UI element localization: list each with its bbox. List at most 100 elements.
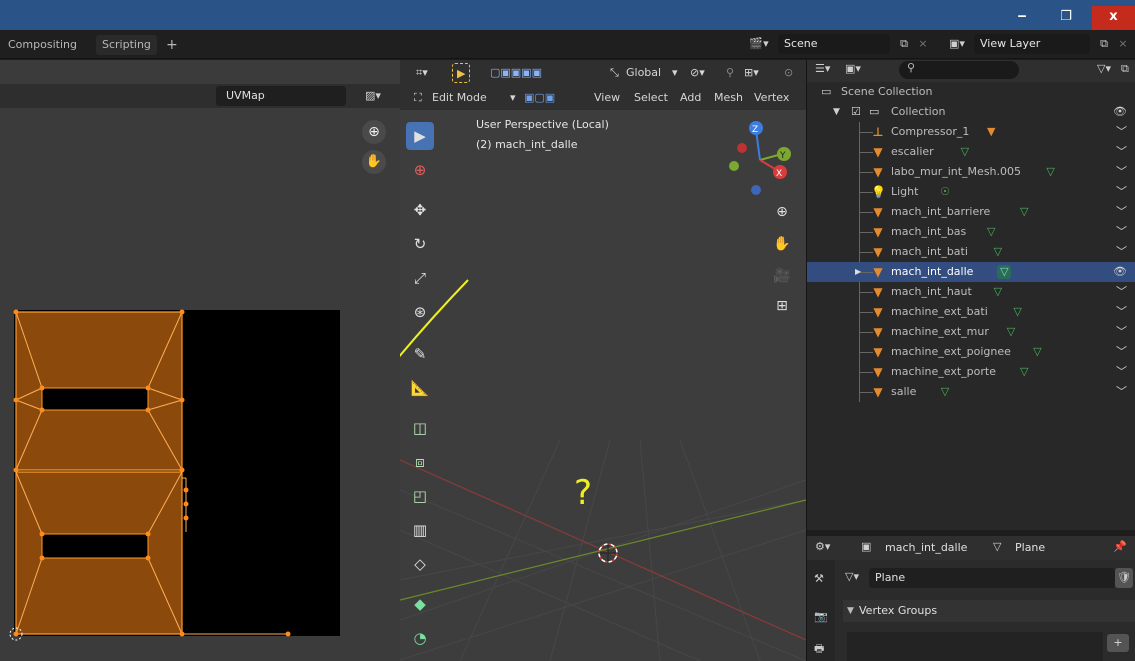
outliner-search-input[interactable]: ⚲ <box>899 61 1019 79</box>
outliner-item[interactable]: ▼ mach_int_bas ▽ ﹀ <box>807 222 1135 242</box>
visibility-hidden-icon[interactable]: ﹀ <box>1116 242 1127 262</box>
new-scene-icon[interactable]: ⧉ <box>894 34 914 54</box>
outliner-item[interactable]: ▼ escalier ▽ ﹀ <box>807 142 1135 162</box>
vertex-groups-list[interactable] <box>847 632 1103 661</box>
modifier-data-icon[interactable]: ▼ <box>984 125 998 139</box>
outliner-item[interactable]: ⊥ Compressor_1 ▼ ﹀ <box>807 122 1135 142</box>
mesh-data-icon[interactable]: ▽ <box>1017 365 1031 379</box>
visibility-hidden-icon[interactable]: ﹀ <box>1116 222 1127 242</box>
delete-view-layer-icon[interactable]: × <box>1116 34 1130 54</box>
collection-icon: ▭ <box>869 105 880 118</box>
3d-viewport[interactable]: ⌗▾ ▶ ▢▣▣▣▣ ⤡ Global ▾ ⊘▾ ⚲ ⊞▾ ⊙ ⛶ Edit M… <box>400 60 806 661</box>
expand-collection-icon[interactable]: ▼ <box>833 102 840 122</box>
window-title-bar: ‒ ❐ x <box>0 0 1135 30</box>
visibility-hidden-icon[interactable]: ﹀ <box>1116 182 1127 202</box>
visibility-hidden-icon[interactable]: ﹀ <box>1116 122 1127 142</box>
outliner-item-name: machine_ext_mur <box>891 325 989 338</box>
view-layer-icon[interactable]: ▣▾ <box>942 34 972 54</box>
mesh-data-icon[interactable]: ▽ <box>1004 325 1018 339</box>
visibility-hidden-icon[interactable]: ﹀ <box>1116 302 1127 322</box>
tab-scripting[interactable]: Scripting <box>96 35 157 55</box>
image-browse-icon[interactable]: ▨▾ <box>360 87 386 105</box>
collection-checkbox[interactable]: ☑ <box>851 102 861 122</box>
add-workspace-button[interactable]: + <box>160 35 184 55</box>
scene-field[interactable]: Scene <box>778 34 890 54</box>
collection-row[interactable]: ▼ ☑ ▭ Collection 👁 <box>807 102 1135 122</box>
visibility-hidden-icon[interactable]: ﹀ <box>1116 342 1127 362</box>
uv-hole-bottom <box>41 533 149 559</box>
visibility-hidden-icon[interactable]: ﹀ <box>1116 282 1127 302</box>
mesh-data-icon[interactable]: ▽ <box>991 285 1005 299</box>
maximize-button[interactable]: ❐ <box>1046 6 1086 30</box>
add-vertex-group-button[interactable]: + <box>1107 634 1129 652</box>
outliner-item[interactable]: ▼ machine_ext_mur ▽ ﹀ <box>807 322 1135 342</box>
visibility-hidden-icon[interactable]: ﹀ <box>1116 382 1127 402</box>
visibility-hidden-icon[interactable]: ﹀ <box>1116 202 1127 222</box>
mesh-data-icon[interactable]: ▽ <box>938 385 952 399</box>
visibility-eye-icon[interactable]: 👁 <box>1113 262 1127 282</box>
mesh-data-icon[interactable]: ▽ <box>984 225 998 239</box>
outliner-item[interactable]: ▼ labo_mur_int_Mesh.005 ▽ ﹀ <box>807 162 1135 182</box>
outliner-item[interactable]: ▼ machine_ext_bati ▽ ﹀ <box>807 302 1135 322</box>
fake-user-icon[interactable]: 🛡 <box>1115 568 1133 588</box>
new-view-layer-icon[interactable]: ⧉ <box>1094 34 1114 54</box>
delete-scene-icon[interactable]: × <box>916 34 930 54</box>
tool-tab-icon[interactable]: ⚒ <box>814 572 824 585</box>
visibility-hidden-icon[interactable]: ﹀ <box>1116 362 1127 382</box>
minimize-button[interactable]: ‒ <box>1002 6 1042 30</box>
outliner-item[interactable]: ▼ machine_ext_poignee ▽ ﹀ <box>807 342 1135 362</box>
outliner[interactable]: ☰▾ ▣▾ ⚲ ▽▾ ⧉ ▭ Scene Collection ▼ ☑ ▭ Co… <box>807 60 1135 530</box>
tab-compositing[interactable]: Compositing <box>2 35 83 55</box>
visibility-hidden-icon[interactable]: ﹀ <box>1116 162 1127 182</box>
outliner-item-name: mach_int_haut <box>891 285 972 298</box>
properties-type-icon[interactable]: ⚙▾ <box>815 540 830 553</box>
uv-map-field[interactable]: UVMap <box>216 86 346 106</box>
render-tab-icon[interactable]: 📷 <box>814 610 828 623</box>
annotation-stroke: ? <box>400 279 592 513</box>
mesh-data-icon[interactable]: ▽ <box>1044 165 1058 179</box>
filter-icon[interactable]: ▽▾ <box>1097 62 1111 75</box>
outliner-item[interactable]: ▼ mach_int_barriere ▽ ﹀ <box>807 202 1135 222</box>
outliner-item[interactable]: ▼ salle ▽ ﹀ <box>807 382 1135 402</box>
mesh-data-icon[interactable]: ▽ <box>1011 305 1025 319</box>
scene-selector-icon[interactable]: 🎬▾ <box>744 34 774 54</box>
outliner-item[interactable]: ▼ machine_ext_porte ▽ ﹀ <box>807 362 1135 382</box>
mesh-data-icon: ▽ <box>993 540 1002 553</box>
close-button[interactable]: x <box>1092 6 1135 30</box>
mesh-object-icon: ▼ <box>873 265 883 279</box>
pin-icon[interactable]: 📌 <box>1113 540 1127 553</box>
outliner-item[interactable]: ▼ mach_int_haut ▽ ﹀ <box>807 282 1135 302</box>
vertex-groups-panel[interactable]: ▼ Vertex Groups <box>843 600 1135 622</box>
outliner-item[interactable]: ▶ ▼ mach_int_dalle ▽ 👁 <box>807 262 1135 282</box>
data-name-label: Plane <box>1015 541 1046 554</box>
mesh-data-icon[interactable]: ▽ <box>997 265 1012 279</box>
mesh-data-field[interactable]: Plane <box>869 568 1115 588</box>
mesh-object-icon: ▼ <box>873 325 883 339</box>
scene-collection-row[interactable]: ▭ Scene Collection <box>807 82 1135 102</box>
mesh-data-icon[interactable]: ▽ <box>1017 205 1031 219</box>
mesh-data-icon[interactable]: ▽ <box>1030 345 1044 359</box>
outliner-item[interactable]: 💡 Light ☉ ﹀ <box>807 182 1135 202</box>
annotation-question-mark: ? <box>574 473 592 513</box>
visibility-hidden-icon[interactable]: ﹀ <box>1116 142 1127 162</box>
filter-view-icon[interactable]: ▣▾ <box>845 62 861 75</box>
visibility-hidden-icon[interactable]: ﹀ <box>1116 322 1127 342</box>
properties-editor[interactable]: ⚙▾ ▣ mach_int_dalle ▽ Plane 📌 ⚒ 📷 🖶 ▽▾ P… <box>807 536 1135 661</box>
pan-hand-icon[interactable]: ✋ <box>362 150 386 174</box>
visibility-eye-icon[interactable]: 👁 <box>1113 102 1127 122</box>
view-layer-field[interactable]: View Layer <box>974 34 1090 54</box>
expand-item-icon[interactable]: ▶ <box>855 262 861 282</box>
output-tab-icon[interactable]: 🖶 <box>814 640 824 659</box>
display-mode-icon[interactable]: ☰▾ <box>815 62 830 75</box>
uv-canvas[interactable] <box>0 300 400 650</box>
zoom-icon[interactable]: ⊕ <box>362 120 386 144</box>
mesh-object-icon: ▼ <box>873 205 883 219</box>
mesh-browse-icon[interactable]: ▽▾ <box>845 570 859 583</box>
mesh-data-icon[interactable]: ▽ <box>991 245 1005 259</box>
mesh-data-icon[interactable]: ▽ <box>958 145 972 159</box>
new-collection-icon[interactable]: ⧉ <box>1121 62 1129 76</box>
search-icon: ⚲ <box>907 61 916 74</box>
light-data-icon[interactable]: ☉ <box>938 185 952 199</box>
outliner-item[interactable]: ▼ mach_int_bati ▽ ﹀ <box>807 242 1135 262</box>
mesh-object-icon: ▼ <box>873 385 883 399</box>
